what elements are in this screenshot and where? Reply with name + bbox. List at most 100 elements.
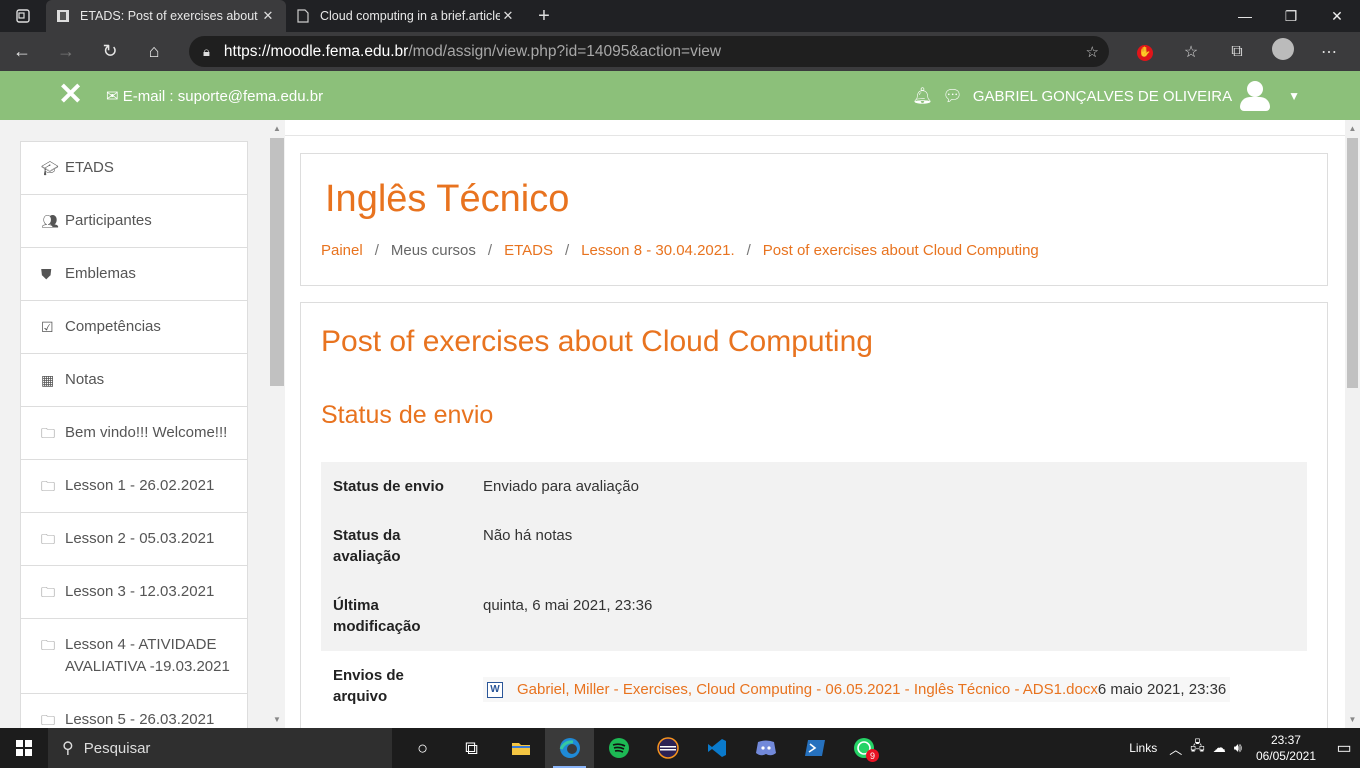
browser-extensions: ✋ ☆ ⧉ ⋯	[1122, 32, 1352, 71]
row-value: Enviado para avaliação	[471, 462, 1307, 511]
breadcrumb-separator: /	[487, 242, 493, 259]
sidebar-item-competencias[interactable]: ☑ Competências	[21, 301, 247, 354]
forward-icon[interactable]: →	[44, 32, 88, 71]
tab-actions-icon[interactable]	[0, 0, 46, 32]
discord-icon[interactable]	[741, 728, 790, 768]
word-document-icon: W	[487, 681, 503, 698]
sidebar-item-emblemas[interactable]: ⛊ Emblemas	[21, 248, 247, 301]
back-icon[interactable]: ←	[0, 32, 44, 71]
onedrive-icon[interactable]: ☁	[1213, 740, 1226, 756]
clock-time: 23:37	[1270, 733, 1301, 747]
cortana-icon[interactable]: ○	[398, 728, 447, 768]
support-email[interactable]: ✉ E-mail : suporte@fema.edu.br	[106, 87, 323, 105]
sidebar-item-lesson-1[interactable]: 🗀 Lesson 1 - 26.02.2021	[21, 460, 247, 513]
envelope-icon: ✉	[106, 88, 119, 105]
page-scrollbar[interactable]: ▲ ▼	[1345, 120, 1360, 728]
avatar[interactable]	[1238, 79, 1272, 113]
check-square-icon: ☑	[41, 319, 54, 335]
close-drawer-icon[interactable]: ✕	[58, 80, 83, 110]
home-icon[interactable]: ⌂	[132, 32, 176, 71]
breadcrumb-painel[interactable]: Painel	[321, 242, 363, 259]
lock-icon[interactable]: 🔒︎	[203, 44, 210, 60]
user-name[interactable]: GABRIEL GONÇALVES DE OLIVEIRA	[973, 88, 1232, 105]
collections-icon[interactable]: ⧉	[1214, 43, 1260, 61]
scroll-down-icon[interactable]: ▼	[270, 715, 284, 724]
system-tray: Links ︿ 🖧 ☁ 🔊︎ 23:37 06/05/2021 ▭	[1129, 728, 1360, 768]
more-menu-icon[interactable]: ⋯	[1306, 42, 1352, 62]
breadcrumb-separator: /	[374, 242, 379, 259]
assignment-card: Post of exercises about Cloud Computing …	[300, 302, 1328, 728]
close-tab-icon[interactable]: ✕	[260, 8, 276, 24]
sidebar-item-lesson-2[interactable]: 🗀 Lesson 2 - 05.03.2021	[21, 513, 247, 566]
scroll-down-icon[interactable]: ▼	[1345, 715, 1360, 724]
scrollbar-thumb[interactable]	[1347, 138, 1358, 388]
notification-center-icon[interactable]: ▭	[1328, 738, 1360, 758]
browser-tab-cloud[interactable]: Cloud computing in a brief.article ✕	[286, 0, 526, 32]
favorites-icon[interactable]: ☆	[1168, 42, 1214, 62]
folder-icon: 🗀	[41, 425, 55, 441]
breadcrumb-assignment[interactable]: Post of exercises about Cloud Computing	[763, 242, 1039, 259]
minimize-icon[interactable]: —	[1222, 0, 1268, 32]
breadcrumb-lesson-8[interactable]: Lesson 8 - 30.04.2021.	[581, 242, 734, 259]
chevron-down-icon[interactable]: ▼	[1288, 89, 1300, 103]
scroll-up-icon[interactable]: ▲	[270, 124, 284, 133]
clock[interactable]: 23:37 06/05/2021	[1256, 732, 1316, 764]
breadcrumb-meus-cursos: Meus cursos	[390, 242, 476, 259]
volume-icon[interactable]: 🔊︎	[1234, 740, 1242, 756]
row-label: Última modificação	[321, 581, 471, 651]
breadcrumb-etads[interactable]: ETADS	[504, 242, 553, 259]
address-toolbar: ← → ↻ ⌂ 🔒︎ https://moodle.fema.edu.br/mo…	[0, 32, 1360, 71]
spotify-icon[interactable]	[594, 728, 643, 768]
profile-icon[interactable]	[1260, 38, 1306, 65]
clock-date: 06/05/2021	[1255, 749, 1316, 763]
url-bar[interactable]: 🔒︎ https://moodle.fema.edu.br/mod/assign…	[189, 36, 1109, 67]
row-label: Envios de arquivo	[321, 651, 471, 721]
user-menu: 🔔︎ 💬︎ GABRIEL GONÇALVES DE OLIVEIRA ▼	[912, 79, 1300, 113]
task-view-icon[interactable]: ⧉	[447, 728, 496, 768]
powershell-icon[interactable]	[790, 728, 839, 768]
refresh-icon[interactable]: ↻	[88, 32, 132, 71]
eclipse-icon[interactable]	[643, 728, 692, 768]
sidebar-scrollbar[interactable]: ▲ ▼	[270, 120, 284, 728]
links-toolbar[interactable]: Links	[1129, 741, 1157, 755]
pinned-apps: ○ ⧉ 9	[398, 728, 888, 768]
table-row: Status da avaliação Não há notas	[321, 511, 1307, 581]
bell-icon[interactable]: 🔔︎	[912, 86, 932, 106]
sidebar-item-notas[interactable]: ▦ Notas	[21, 354, 247, 407]
tab-title: ETADS: Post of exercises about Cloud Com…	[80, 9, 260, 23]
taskbar-search[interactable]: ⚲ Pesquisar	[48, 728, 392, 768]
whatsapp-icon[interactable]: 9	[839, 728, 888, 768]
file-explorer-icon[interactable]	[496, 728, 545, 768]
table-row: Última modificação quinta, 6 mai 2021, 2…	[321, 581, 1307, 651]
url-path: /mod/assign/view.php?id=14095&action=vie…	[408, 42, 722, 60]
add-favorite-icon[interactable]: ☆	[1086, 43, 1099, 61]
scroll-up-icon[interactable]: ▲	[1345, 124, 1360, 133]
window-close-icon[interactable]: ✕	[1314, 0, 1360, 32]
sidebar-item-lesson-3[interactable]: 🗀 Lesson 3 - 12.03.2021	[21, 566, 247, 619]
url-host: https://moodle.fema.edu.br	[223, 42, 409, 60]
restore-icon[interactable]: ❐	[1268, 0, 1314, 32]
browser-tab-etads[interactable]: ETADS: Post of exercises about Cloud Com…	[46, 0, 286, 32]
row-label: Status de envio	[321, 462, 471, 511]
sidebar-item-etads[interactable]: 🎓︎ ETADS	[21, 142, 247, 195]
graduation-cap-icon: 🎓︎	[41, 160, 59, 176]
sidebar-item-participantes[interactable]: 👥︎ Participantes	[21, 195, 247, 248]
scrollbar-thumb[interactable]	[270, 138, 284, 386]
windows-start-icon[interactable]	[0, 728, 48, 768]
breadcrumb: Painel / Meus cursos / ETADS / Lesson 8 - 30.0…	[321, 242, 1039, 259]
network-icon[interactable]: 🖧	[1190, 737, 1205, 759]
vscode-icon[interactable]	[692, 728, 741, 768]
table-row: Status de envio Enviado para avaliação	[321, 462, 1307, 511]
file-link[interactable]: Gabriel, Miller - Exercises, Cloud Compu…	[517, 679, 1098, 700]
chat-icon[interactable]: 💬︎	[943, 86, 963, 106]
sidebar-item-lesson-4[interactable]: 🗀 Lesson 4 - ATIVIDADE AVALIATIVA -19.03…	[21, 619, 247, 694]
edge-icon[interactable]	[545, 728, 594, 768]
new-tab-button[interactable]: +	[526, 5, 562, 28]
folder-icon: 🗀	[41, 531, 55, 547]
adblock-icon[interactable]: ✋	[1122, 42, 1168, 61]
browser-tab-bar: ETADS: Post of exercises about Cloud Com…	[0, 0, 1360, 32]
chevron-up-icon[interactable]: ︿	[1169, 739, 1182, 758]
sidebar-item-bem-vindo[interactable]: 🗀 Bem vindo!!! Welcome!!!	[21, 407, 247, 460]
row-value: W Gabriel, Miller - Exercises, Cloud Com…	[471, 651, 1307, 721]
close-tab-icon[interactable]: ✕	[500, 8, 516, 24]
